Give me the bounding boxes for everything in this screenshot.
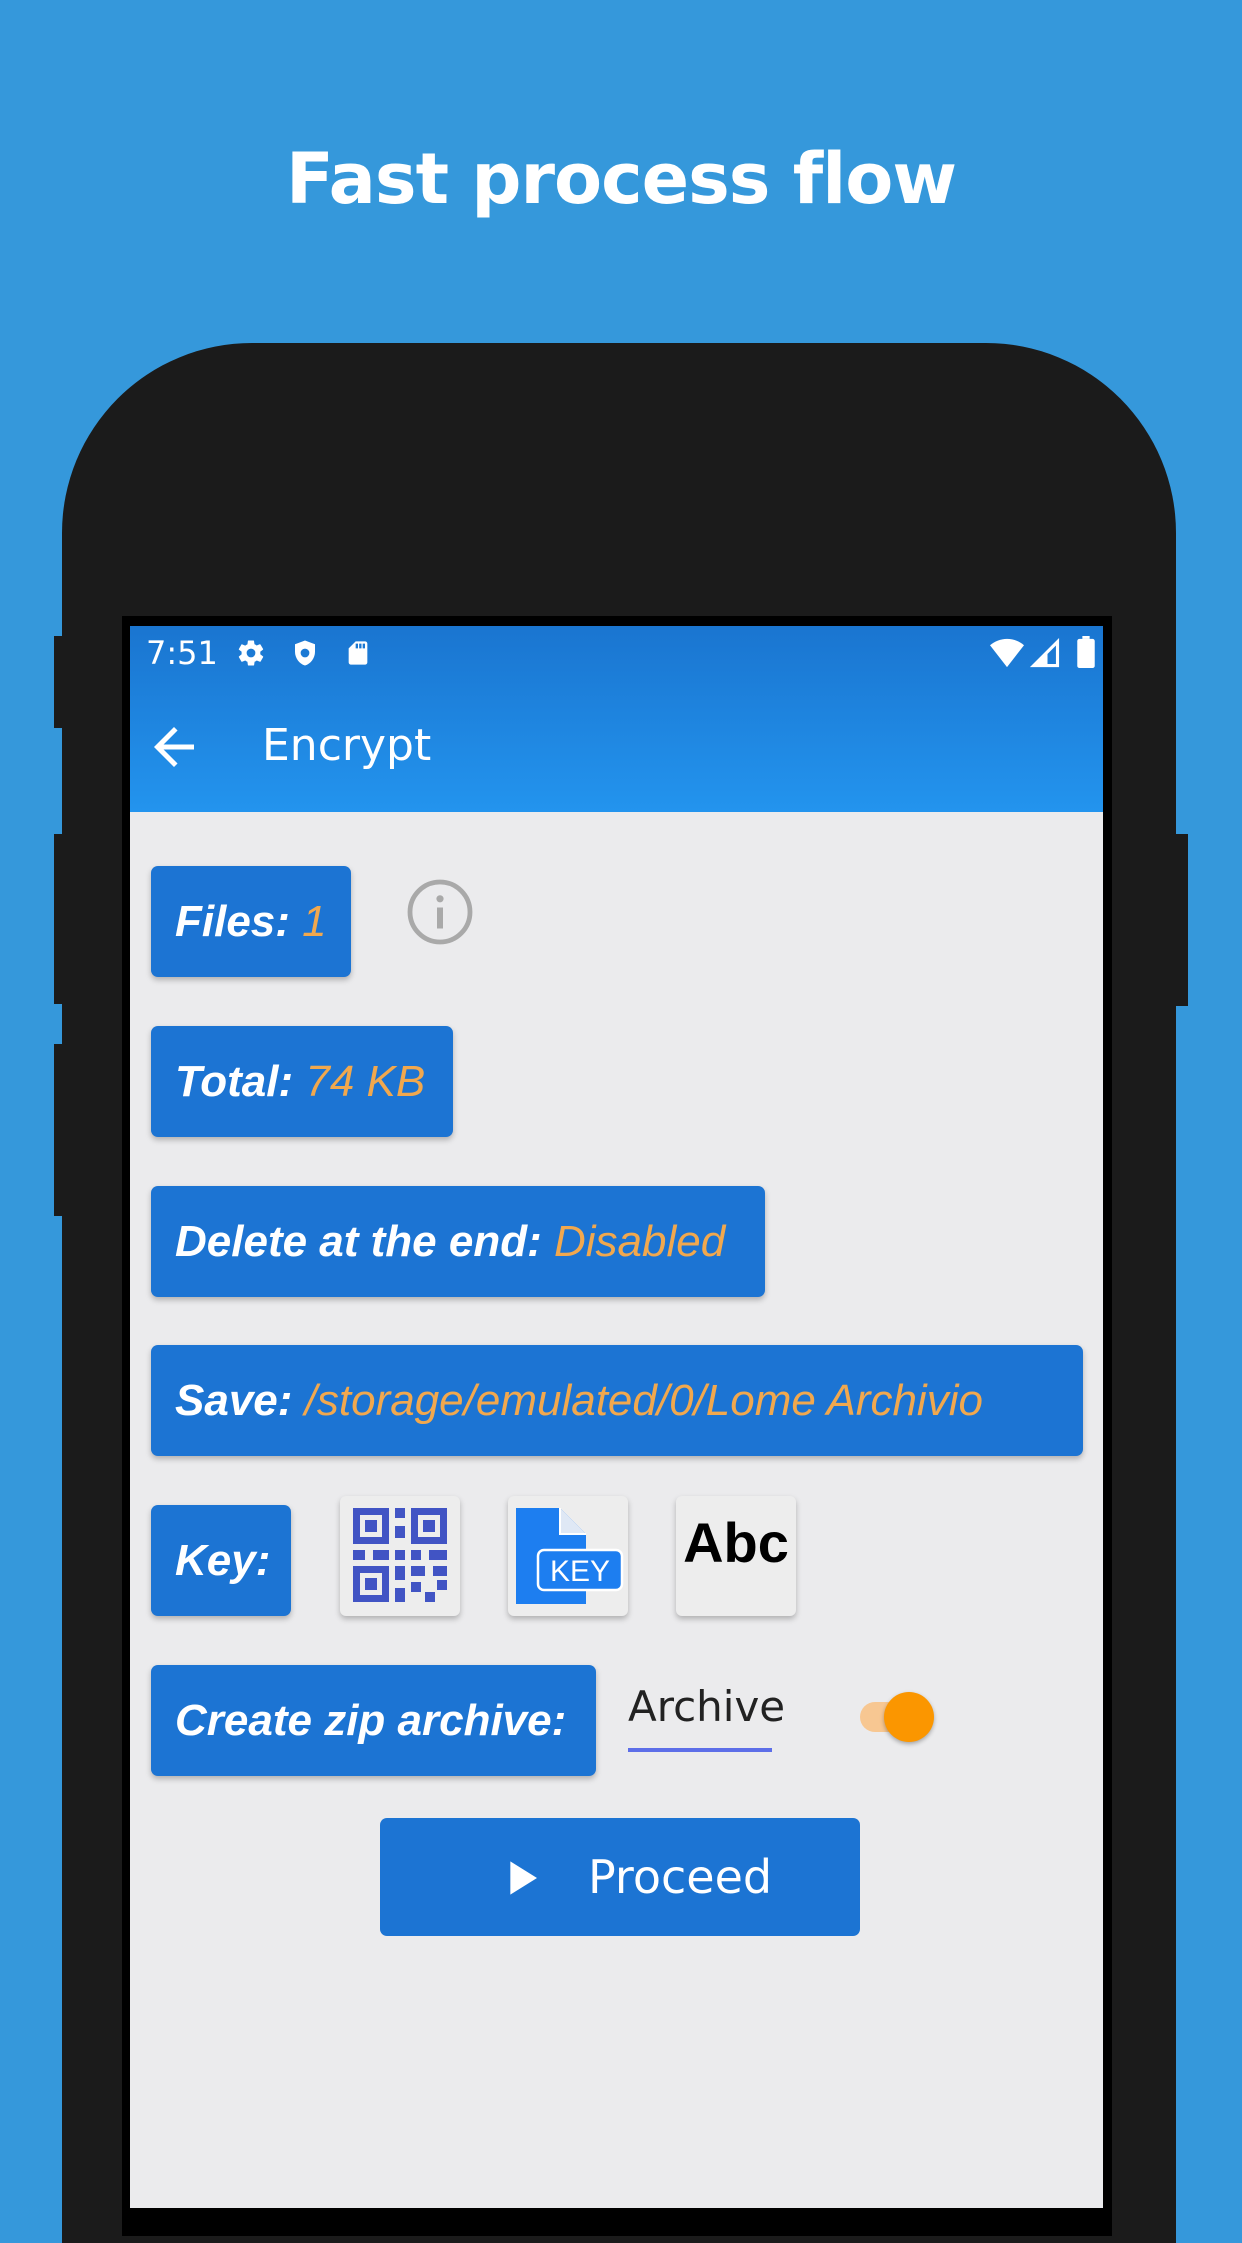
files-value: 1 — [302, 897, 327, 946]
headline: Fast process flow — [285, 138, 957, 220]
key-file-icon: KEY — [516, 1508, 624, 1604]
key-text-label: Abc — [683, 1511, 789, 1574]
delete-label: Delete at the end: — [175, 1217, 542, 1266]
wifi-icon — [990, 638, 1024, 673]
play-icon — [510, 1861, 537, 1895]
files-label: Files: — [175, 897, 290, 946]
zip-archive-toggle[interactable] — [856, 1688, 934, 1744]
zip-chip: Create zip archive: — [151, 1665, 596, 1776]
files-chip[interactable]: Files: 1 — [151, 866, 351, 977]
zip-label: Create zip archive: — [175, 1696, 567, 1745]
archive-name-input[interactable]: Archive — [628, 1682, 785, 1752]
proceed-label: Proceed — [588, 1850, 773, 1904]
arrow-left-icon — [154, 727, 194, 767]
delete-chip[interactable]: Delete at the end: Disabled — [151, 1186, 765, 1297]
key-label: Key: — [175, 1536, 271, 1585]
total-value: 74 KB — [305, 1057, 426, 1106]
back-button[interactable] — [144, 717, 204, 777]
signal-icon — [1029, 637, 1060, 673]
key-file-text: KEY — [550, 1555, 610, 1588]
app-title: Encrypt — [262, 720, 432, 771]
key-chip: Key: — [151, 1505, 291, 1616]
info-icon — [407, 879, 473, 945]
battery-icon — [1076, 636, 1096, 673]
sd-card-icon — [344, 638, 372, 673]
phone-side-button — [1176, 834, 1188, 1006]
save-path-value: /storage/emulated/0/Lome Archivio — [304, 1376, 983, 1425]
key-file-button[interactable]: KEY — [508, 1496, 628, 1616]
info-button[interactable] — [404, 876, 476, 948]
proceed-button[interactable]: Proceed — [380, 1818, 860, 1936]
app-bar: 7:51 Encrypt — [130, 626, 1103, 812]
key-qr-button[interactable] — [340, 1496, 460, 1616]
save-chip[interactable]: Save: /storage/emulated/0/Lome Archivio — [151, 1345, 1083, 1456]
save-label: Save: — [175, 1376, 293, 1425]
qr-code-icon — [353, 1508, 447, 1602]
status-bar: 7:51 — [130, 626, 1103, 676]
shield-icon — [290, 638, 320, 673]
total-chip[interactable]: Total: 74 KB — [151, 1026, 453, 1137]
status-time: 7:51 — [146, 634, 218, 672]
gear-icon — [236, 638, 266, 673]
delete-value: Disabled — [553, 1217, 726, 1266]
key-text-button[interactable]: Abc — [676, 1496, 796, 1616]
app-screen: 7:51 Encrypt Files: 1 Total: 74 KB Delet… — [130, 626, 1103, 2208]
toggle-thumb — [884, 1692, 934, 1742]
total-label: Total: — [175, 1057, 294, 1106]
